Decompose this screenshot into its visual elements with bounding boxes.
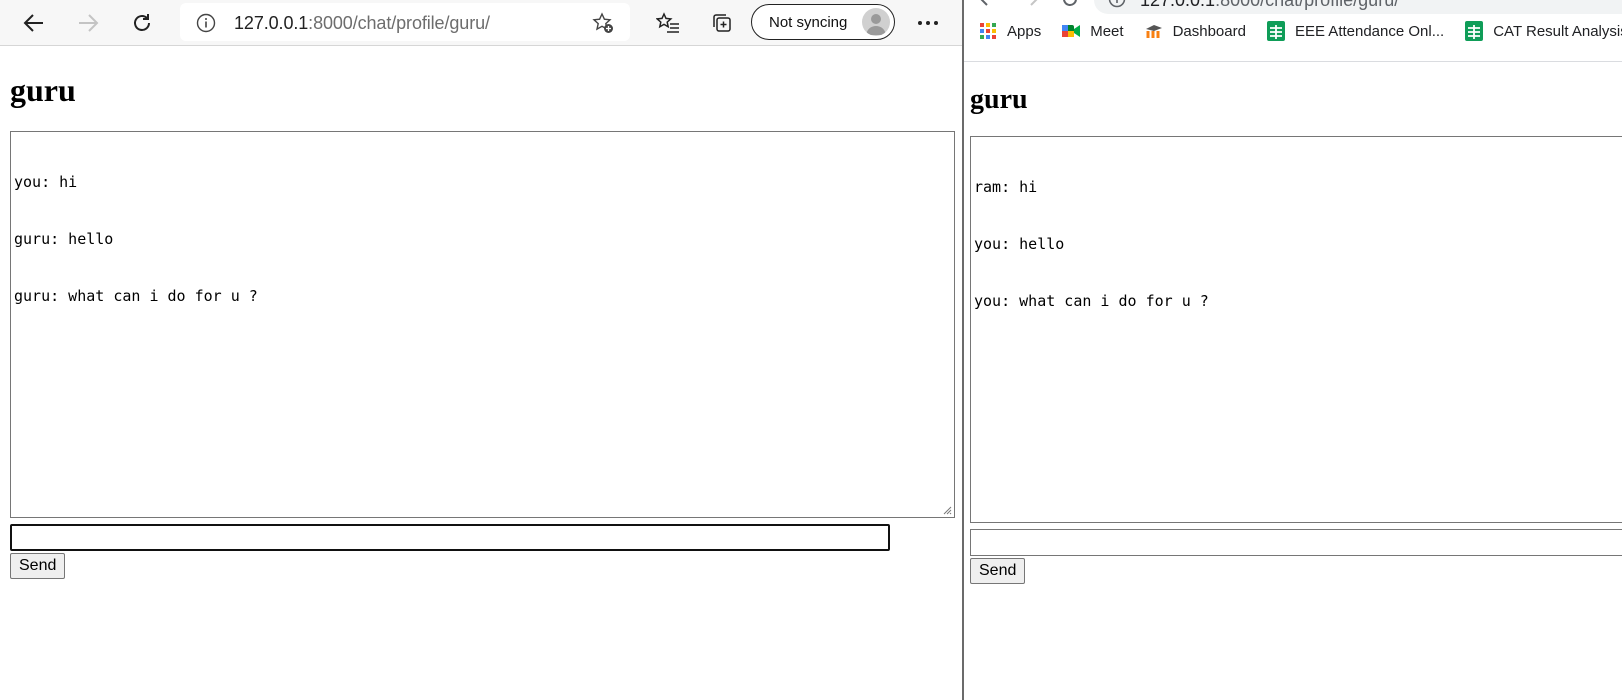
chat-line: guru: what can i do for u ? — [14, 287, 258, 305]
url-path: :8000/chat/profile/guru/ — [308, 13, 490, 33]
page-title: guru — [10, 72, 76, 108]
reload-icon[interactable] — [125, 6, 159, 40]
favorites-list-icon[interactable] — [651, 6, 685, 40]
more-menu-icon[interactable] — [911, 6, 945, 40]
reload-icon[interactable] — [1060, 0, 1080, 14]
info-icon[interactable] — [1108, 0, 1126, 13]
chat-line: guru: hello — [14, 230, 114, 248]
bookmark-meet[interactable]: Meet — [1061, 21, 1124, 41]
left-browser-window: 127.0.0.1:8000/chat/profile/guru/ Not sy… — [0, 0, 962, 700]
url-path: :8000/chat/profile/guru/ — [1215, 0, 1400, 10]
chat-line: you: what can i do for u ? — [974, 292, 1209, 310]
bookmark-label: Meet — [1090, 22, 1124, 40]
address-bar[interactable]: 127.0.0.1:8000/chat/profile/guru/ — [1094, 0, 1622, 14]
message-input[interactable] — [970, 529, 1622, 556]
bookmark-label: CAT Result Analysis... — [1493, 22, 1622, 40]
chat-log[interactable]: you: hi guru: hello guru: what can i do … — [10, 131, 955, 518]
left-page-content: guru you: hi guru: hello guru: what can … — [10, 46, 960, 579]
bookmark-eee-attendance[interactable]: EEE Attendance Onl... — [1266, 21, 1444, 41]
bookmark-apps[interactable]: Apps — [978, 21, 1041, 41]
address-url: 127.0.0.1:8000/chat/profile/guru/ — [234, 13, 490, 34]
back-arrow-icon[interactable] — [978, 0, 996, 13]
back-arrow-icon[interactable] — [17, 6, 51, 40]
right-page-content: guru ram: hi you: hello you: what can i … — [970, 62, 1622, 584]
forward-arrow-icon[interactable] — [1022, 0, 1040, 13]
star-add-icon[interactable] — [592, 12, 614, 39]
sync-status-button[interactable]: Not syncing — [751, 4, 895, 40]
chat-log[interactable]: ram: hi you: hello you: what can i do fo… — [970, 136, 1622, 523]
message-input[interactable] — [10, 524, 890, 551]
collections-icon[interactable] — [705, 6, 739, 40]
moodle-icon — [1144, 21, 1164, 41]
page-title: guru — [970, 84, 1028, 115]
bookmark-cat-result[interactable]: CAT Result Analysis... — [1464, 21, 1622, 41]
send-button[interactable]: Send — [970, 558, 1026, 584]
url-host: 127.0.0.1 — [1140, 0, 1216, 10]
bookmark-dashboard[interactable]: Dashboard — [1144, 21, 1246, 41]
bookmark-label: Dashboard — [1172, 22, 1246, 40]
sheets-icon — [1464, 21, 1484, 41]
chat-line: you: hi — [14, 173, 78, 191]
left-browser-toolbar: 127.0.0.1:8000/chat/profile/guru/ Not sy… — [0, 0, 962, 46]
address-bar[interactable]: 127.0.0.1:8000/chat/profile/guru/ — [180, 3, 630, 41]
apps-grid-icon — [978, 21, 998, 41]
bookmark-label: EEE Attendance Onl... — [1294, 22, 1445, 40]
chat-line: ram: hi — [974, 178, 1038, 196]
bookmarks-bar: Apps Meet Dashboard EEE Attendance Onl..… — [964, 14, 1622, 48]
resize-grip-icon[interactable] — [942, 505, 952, 515]
send-button[interactable]: Send — [10, 553, 66, 579]
bookmark-label: Apps — [1007, 22, 1042, 40]
url-host: 127.0.0.1 — [234, 13, 309, 33]
address-url: 127.0.0.1:8000/chat/profile/guru/ — [1140, 0, 1399, 11]
sync-label: Not syncing — [769, 14, 848, 31]
forward-arrow-icon[interactable] — [71, 6, 105, 40]
sheets-icon — [1266, 21, 1286, 41]
info-icon[interactable] — [196, 13, 216, 38]
right-browser-toolbar: 127.0.0.1:8000/chat/profile/guru/ Apps M… — [964, 0, 1622, 62]
avatar-icon — [862, 8, 890, 36]
meet-icon — [1061, 21, 1081, 41]
chat-line: you: hello — [974, 235, 1065, 253]
right-browser-window: 127.0.0.1:8000/chat/profile/guru/ Apps M… — [964, 0, 1622, 700]
